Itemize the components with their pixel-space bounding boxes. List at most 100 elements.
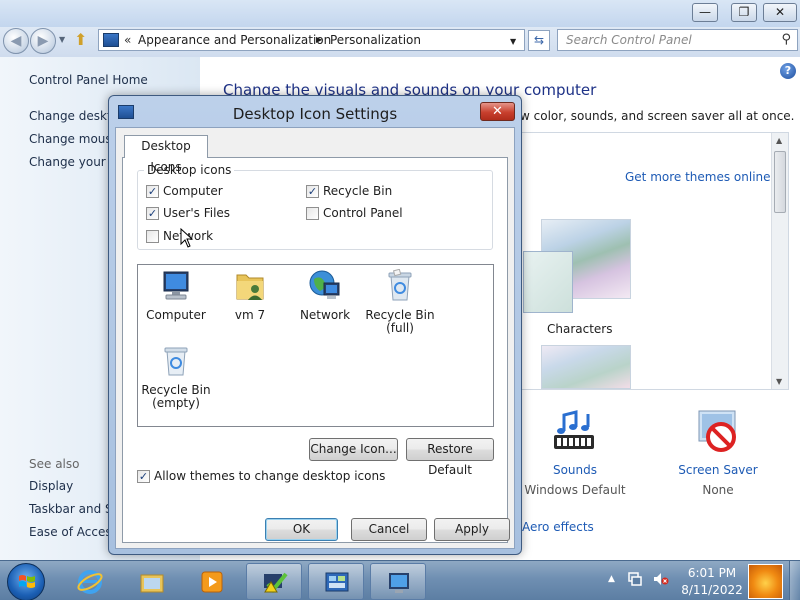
checkbox-checked-icon[interactable]: ✓ (137, 470, 150, 483)
recent-pages-dropdown-icon[interactable]: ▼ (59, 35, 65, 44)
checkmark-app-icon (264, 572, 288, 594)
forward-button[interactable]: ▶ (30, 28, 56, 54)
user-folder-icon (233, 269, 267, 303)
maximize-button[interactable]: ❐ (731, 3, 757, 22)
cancel-button[interactable]: Cancel (351, 518, 427, 541)
recycle-bin-empty-icon (159, 344, 193, 378)
control-panel-home-link[interactable]: Control Panel Home (29, 73, 148, 87)
screen-saver-value: None (702, 483, 734, 497)
taskbar: ▲ 6:01 PM 8/11/2022 (0, 560, 800, 600)
close-window-button[interactable]: ✕ (763, 3, 797, 22)
media-player-icon (201, 571, 223, 593)
user-picture-flower[interactable] (748, 564, 783, 599)
breadcrumb-separator-icon[interactable]: ▶ (316, 35, 322, 44)
icon-label-user-folder: vm 7 (234, 308, 266, 322)
ok-button[interactable]: OK (265, 518, 338, 541)
change-account-picture-link[interactable]: Change your ic (29, 155, 120, 169)
restore-default-button[interactable]: Restore Default (406, 438, 494, 477)
aero-effects-link[interactable]: Aero effects (522, 520, 594, 534)
desktop-icon-list[interactable]: Computer vm 7 Network Recycle Bin (full)… (137, 264, 494, 427)
control-panel-checkbox-label[interactable]: Control Panel (323, 206, 403, 220)
scroll-up-icon[interactable]: ▲ (776, 136, 782, 145)
theme-preview-image-2[interactable] (541, 345, 631, 389)
up-folder-icon[interactable]: ⬆ (74, 31, 92, 49)
sounds-label[interactable]: Sounds (520, 463, 630, 477)
scrollbar-thumb[interactable] (774, 151, 786, 213)
icon-tile-user-folder[interactable]: vm 7 (213, 269, 287, 322)
music-notes-icon (550, 409, 600, 457)
breadcrumb-appearance[interactable]: Appearance and Personalization (138, 33, 331, 47)
network-globe-icon (308, 269, 342, 303)
page-subtitle: w color, sounds, and screen saver all at… (520, 109, 795, 123)
mouse-cursor-icon (180, 228, 194, 248)
show-hidden-icons-icon[interactable]: ▲ (608, 574, 615, 584)
theme-selection-frame[interactable] (523, 251, 573, 313)
action-center-icon[interactable] (628, 572, 642, 586)
see-also-heading: See also (29, 457, 80, 471)
computer-monitor-icon (159, 269, 193, 303)
icon-tile-computer[interactable]: Computer (139, 269, 213, 322)
taskbar-internet-explorer[interactable] (62, 563, 118, 600)
taskbar-media-player[interactable] (184, 563, 240, 600)
monitor-settings-icon (389, 573, 409, 593)
help-icon[interactable]: ? (780, 63, 796, 79)
taskbar-control-panel[interactable] (308, 563, 364, 600)
desktop-icons-tab-panel: Desktop icons ✓ Computer ✓ User's Files … (122, 157, 508, 543)
desktop-icon-settings-dialog: Desktop Icon Settings ✕ Desktop Icons De… (108, 95, 522, 555)
icon-label-network: Network (299, 308, 351, 322)
start-button[interactable] (7, 563, 45, 600)
sounds-setting[interactable]: Sounds Windows Default (520, 409, 630, 497)
control-panel-icon (103, 33, 119, 47)
volume-muted-icon[interactable] (653, 572, 669, 586)
clock-date[interactable]: 8/11/2022 (676, 583, 748, 597)
dialog-body: Desktop Icons Desktop icons ✓ Computer ✓… (115, 127, 515, 549)
checkbox-unchecked-icon[interactable] (306, 207, 319, 220)
address-dropdown-icon[interactable]: ▼ (510, 37, 516, 46)
change-desktop-icons-link[interactable]: Change deskto (29, 109, 119, 123)
icon-label-computer: Computer (146, 308, 206, 322)
windows-logo-icon (19, 575, 35, 588)
screen-saver-icon (693, 409, 743, 457)
screen-saver-label[interactable]: Screen Saver (672, 463, 764, 477)
back-button[interactable]: ◀ (3, 28, 29, 54)
control-panel-icon (325, 572, 349, 592)
refresh-button[interactable]: ⇆ (528, 30, 550, 51)
clock-time[interactable]: 6:01 PM (676, 566, 748, 580)
breadcrumb-personalization[interactable]: Personalization (330, 33, 421, 47)
checkbox-checked-icon[interactable]: ✓ (146, 185, 159, 198)
apply-button[interactable]: Apply (434, 518, 510, 541)
screen-saver-setting[interactable]: Screen Saver None (672, 409, 764, 497)
dialog-close-button[interactable]: ✕ (480, 102, 515, 121)
theme-name-label[interactable]: Characters (547, 322, 613, 336)
search-icon[interactable]: ⚲ (781, 32, 791, 47)
taskbar-windows-explorer[interactable] (124, 563, 180, 600)
icon-tile-network[interactable]: Network (288, 269, 362, 322)
computer-checkbox-label[interactable]: Computer (163, 184, 223, 198)
themes-list[interactable]: Get more themes online Characters ▲ ▼ (518, 132, 789, 390)
icon-tile-recycle-bin-empty[interactable]: Recycle Bin (empty) (139, 344, 213, 410)
change-icon-button[interactable]: Change Icon... (309, 438, 398, 461)
ease-of-access-link[interactable]: Ease of Access (29, 525, 118, 539)
icon-label-recycle-bin-empty: Recycle Bin (empty) (141, 383, 211, 410)
scroll-down-icon[interactable]: ▼ (776, 377, 782, 386)
tab-desktop-icons[interactable]: Desktop Icons (124, 135, 208, 174)
checkbox-checked-icon[interactable]: ✓ (306, 185, 319, 198)
user-files-checkbox-label[interactable]: User's Files (163, 206, 230, 220)
taskbar-desktop-settings[interactable] (370, 563, 426, 600)
get-more-themes-link[interactable]: Get more themes online (625, 170, 771, 184)
themes-scrollbar[interactable]: ▲ ▼ (771, 133, 788, 389)
checkbox-unchecked-icon[interactable] (146, 230, 159, 243)
checkbox-checked-icon[interactable]: ✓ (146, 207, 159, 220)
minimize-button[interactable]: — (692, 3, 718, 22)
taskbar-active-app[interactable] (246, 563, 302, 600)
breadcrumb-overflow-chevron[interactable]: « (124, 33, 131, 47)
sounds-value: Windows Default (524, 483, 626, 497)
icon-tile-recycle-bin-full[interactable]: Recycle Bin (full) (363, 268, 437, 335)
allow-themes-checkbox-label[interactable]: Allow themes to change desktop icons (154, 469, 385, 483)
recycle-bin-checkbox-label[interactable]: Recycle Bin (323, 184, 392, 198)
change-mouse-pointers-link[interactable]: Change mouse (29, 132, 119, 146)
display-link[interactable]: Display (29, 479, 73, 493)
show-desktop-button[interactable] (789, 561, 800, 600)
address-bar[interactable]: « Appearance and Personalization ▶ Perso… (98, 29, 525, 51)
search-input[interactable]: Search Control Panel ⚲ (557, 29, 798, 51)
